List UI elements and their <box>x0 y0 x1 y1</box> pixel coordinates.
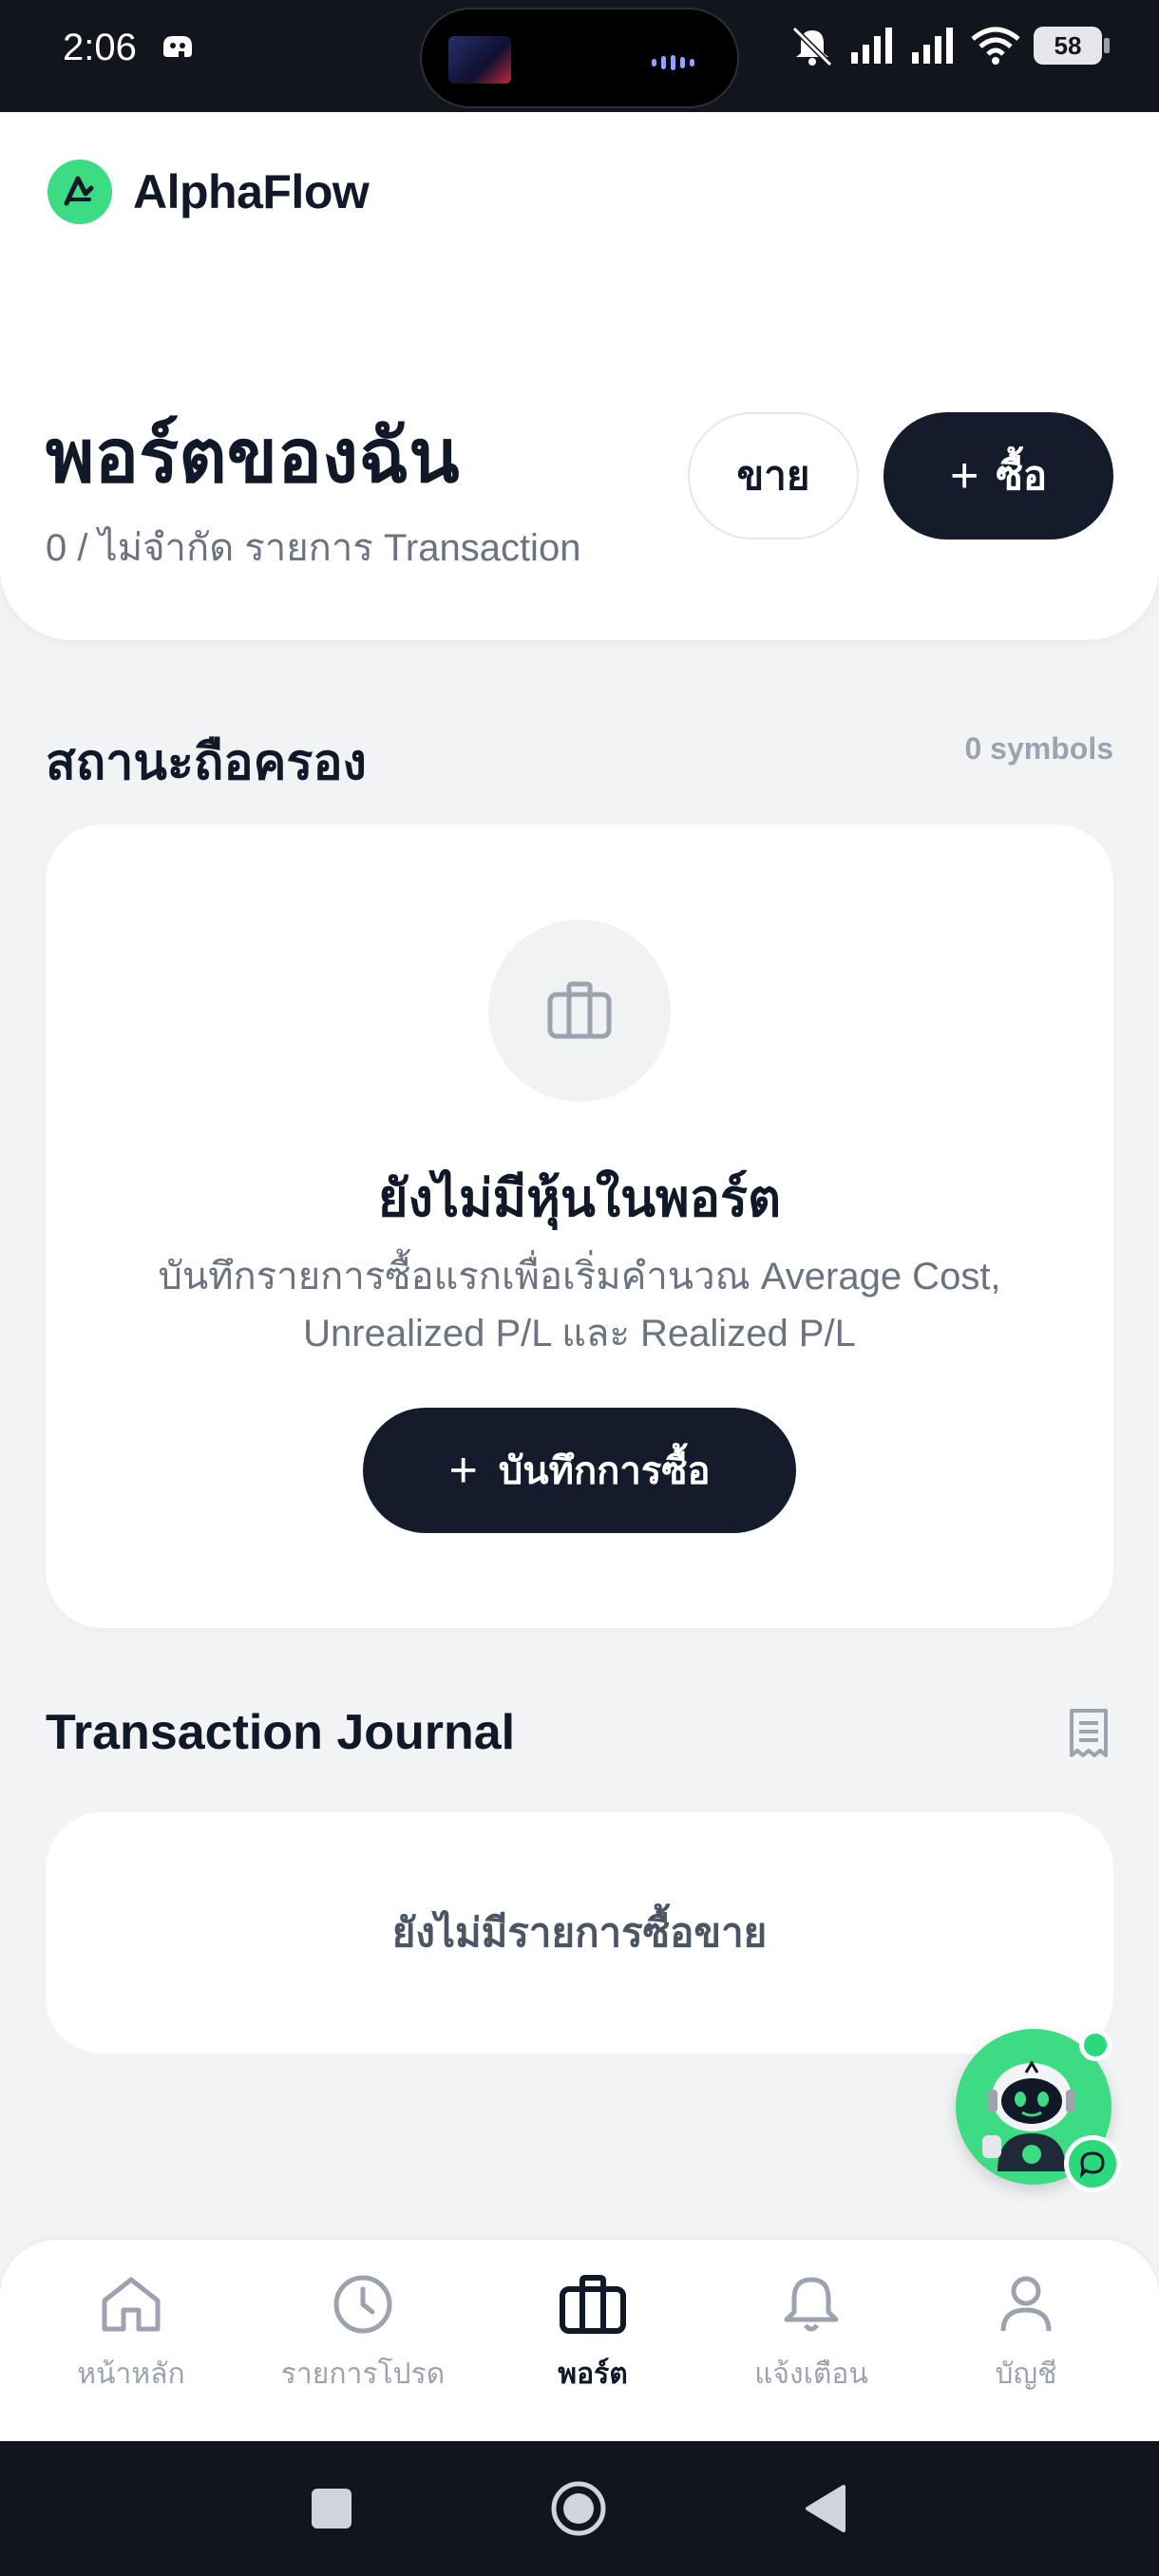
nav-item-account[interactable]: บัญชี <box>922 2274 1130 2396</box>
record-buy-button[interactable]: + บันทึกการซื้อ <box>363 1408 796 1533</box>
nav-item-alerts[interactable]: แจ้งเตือน <box>707 2274 916 2396</box>
brand-name: AlphaFlow <box>133 165 370 218</box>
audio-wave-icon <box>652 55 703 70</box>
empty-holdings-description: บันทึกรายการซื้อแรกเพื่อเริ่มคำนวณ Avera… <box>122 1248 1037 1362</box>
holdings-title: สถานะถือครอง <box>46 735 367 790</box>
transaction-quota: 0 / ไม่จำกัด รายการ Transaction <box>46 527 581 569</box>
receipt-icon[interactable] <box>1068 1708 1110 1759</box>
journal-title: Transaction Journal <box>46 1705 516 1760</box>
sell-button[interactable]: ขาย <box>688 412 859 540</box>
nav-label-account: บัญชี <box>995 2358 1057 2390</box>
system-navigation-bar <box>0 2441 1159 2576</box>
empty-desc-line-1: บันทึกรายการซื้อแรกเพื่อเริ่มคำนวณ Avera… <box>158 1256 1001 1297</box>
holdings-count: 0 symbols <box>964 731 1113 766</box>
home-button-icon[interactable] <box>549 2479 608 2538</box>
plus-icon: + <box>949 448 979 503</box>
buy-button-label: ซื้อ <box>996 453 1048 498</box>
status-bar: 2:06 58 <box>0 0 1159 112</box>
holdings-card: ยังไม่มีหุ้นในพอร์ต บันทึกรายการซื้อแรกเ… <box>46 824 1113 1628</box>
online-indicator <box>1079 2029 1112 2061</box>
briefcase-icon <box>547 981 612 1039</box>
wifi-icon <box>971 27 1020 65</box>
back-icon[interactable] <box>804 2483 847 2534</box>
briefcase-icon <box>560 2275 626 2334</box>
mute-icon <box>791 26 833 66</box>
empty-holdings-title: ยังไม่มีหุ้นในพอร์ต <box>377 1170 782 1227</box>
battery-indicator: 58 <box>1034 27 1110 65</box>
chat-bubble-icon[interactable] <box>1064 2135 1121 2192</box>
bottom-navigation: หน้าหลัก รายการโปรด พอร์ต แจ้งเตือน บัญช… <box>0 2240 1159 2441</box>
dynamic-island <box>420 8 739 108</box>
brand: AlphaFlow <box>48 160 370 224</box>
brand-logo-icon <box>48 160 112 224</box>
nav-item-portfolio[interactable]: พอร์ต <box>488 2274 697 2396</box>
user-icon <box>1000 2276 1052 2332</box>
status-icons: 58 <box>788 25 1110 66</box>
empty-desc-line-2: Unrealized P/L และ Realized P/L <box>303 1313 856 1354</box>
plus-icon: + <box>448 1443 478 1498</box>
home-icon <box>102 2277 161 2332</box>
nav-label-alerts: แจ้งเตือน <box>754 2358 868 2390</box>
empty-holdings-illustration <box>488 919 671 1102</box>
nav-label-home: หน้าหลัก <box>77 2358 185 2390</box>
nav-item-favorites[interactable]: รายการโปรด <box>258 2274 467 2396</box>
page-title: พอร์ตของฉัน <box>46 414 460 498</box>
clock-icon <box>333 2275 392 2334</box>
app-notification-icon <box>163 36 192 57</box>
status-time: 2:06 <box>63 27 137 68</box>
portfolio-header: AlphaFlow พอร์ตของฉัน 0 / ไม่จำกัด รายกา… <box>0 112 1159 640</box>
nav-label-favorites: รายการโปรด <box>280 2358 446 2390</box>
signal-icon <box>851 28 892 64</box>
nav-item-home[interactable]: หน้าหลัก <box>27 2274 236 2396</box>
record-buy-label: บันทึกการซื้อ <box>498 1450 711 1492</box>
bell-icon <box>784 2277 839 2332</box>
journal-card: ยังไม่มีรายการซื้อขาย <box>46 1812 1113 2054</box>
media-thumbnail <box>448 36 511 84</box>
journal-empty-text: ยังไม่มีรายการซื้อขาย <box>391 1910 768 1955</box>
nav-label-portfolio: พอร์ต <box>558 2358 628 2390</box>
recent-apps-icon[interactable] <box>310 2487 353 2530</box>
buy-button[interactable]: + ซื้อ <box>884 412 1113 540</box>
signal-icon-2 <box>912 28 953 64</box>
